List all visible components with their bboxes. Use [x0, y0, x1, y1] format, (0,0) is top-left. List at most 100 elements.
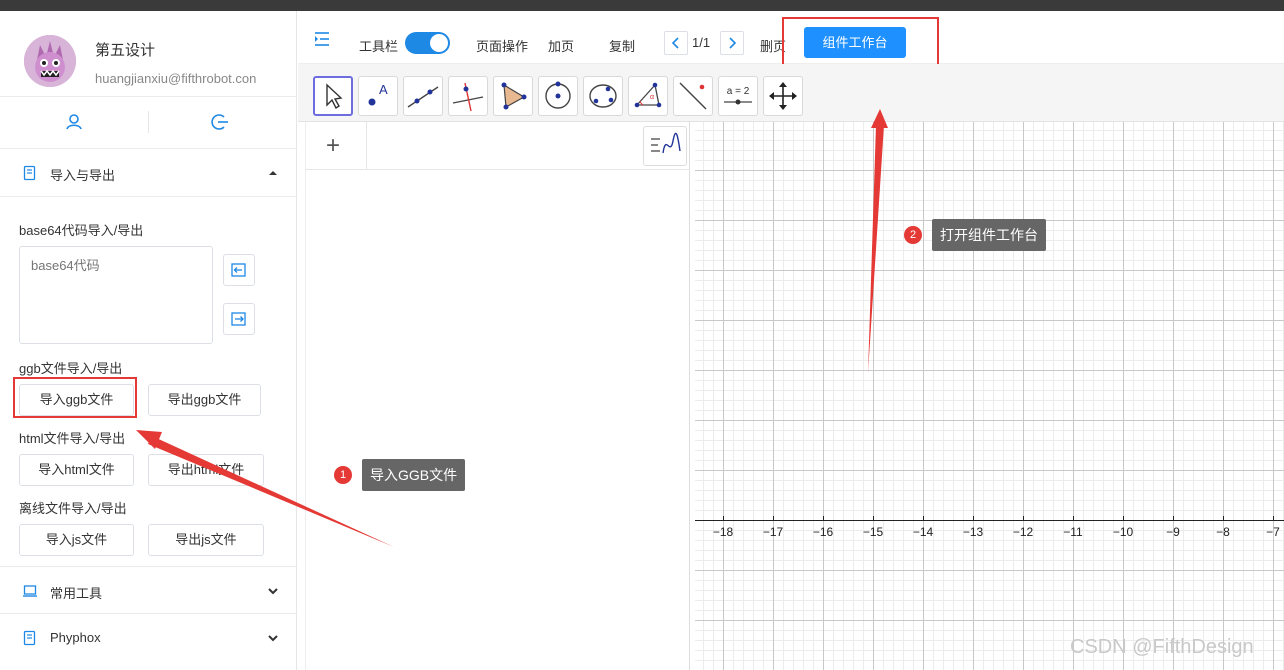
slider-equation-label: a = 2	[727, 86, 750, 97]
algebra-view: +	[306, 122, 690, 670]
x-axis-tick-label: −7	[1266, 525, 1280, 539]
page-indicator: 1/1	[692, 35, 711, 50]
algebra-style-button[interactable]	[643, 126, 687, 166]
x-axis-tick	[873, 516, 874, 521]
chevron-down-icon	[268, 588, 278, 595]
algebra-style-icon	[651, 132, 681, 154]
collapse-strip	[298, 122, 306, 670]
chevron-right-icon	[729, 37, 737, 49]
x-axis-tick-label: −15	[862, 525, 884, 539]
prev-page-button[interactable]	[664, 31, 688, 55]
profile-name: 第五设计	[95, 42, 156, 59]
base64-import-button[interactable]	[223, 254, 255, 286]
x-axis-tick	[723, 516, 724, 521]
divider	[366, 122, 367, 170]
section-phyphox-label: Phyphox	[50, 630, 101, 645]
x-axis-tick	[923, 516, 924, 521]
x-axis-tick-label: −17	[762, 525, 784, 539]
circle-three-points-tool[interactable]	[583, 76, 623, 116]
section-import-export-label: 导入与导出	[50, 168, 116, 183]
polygon-tool[interactable]	[493, 76, 533, 116]
profile-email: huangjianxiu@fifthrobot.con	[95, 71, 257, 86]
cursor-icon	[326, 83, 343, 110]
export-html-button[interactable]: 导出html文件	[148, 454, 264, 486]
copy-page-button[interactable]: 复制	[609, 36, 635, 55]
x-axis-tick	[1273, 516, 1274, 521]
base64-export-button[interactable]	[223, 303, 255, 335]
x-axis-tick	[1073, 516, 1074, 521]
x-axis-tick-label: −13	[962, 525, 984, 539]
reflect-tool[interactable]	[673, 76, 713, 116]
polygon-icon	[501, 82, 527, 110]
toolbar-toggle[interactable]	[405, 32, 450, 54]
algebra-input-row[interactable]: +	[306, 122, 690, 170]
x-axis-tick-label: −9	[1166, 525, 1180, 539]
chevron-left-icon	[671, 37, 679, 49]
chevron-up-icon	[269, 171, 277, 175]
offline-label: 离线文件导入/导出	[19, 501, 127, 516]
angle-icon: α	[634, 82, 662, 108]
tip-import-ggb: 导入GGB文件	[362, 459, 466, 491]
x-axis-tick	[773, 516, 774, 521]
perpendicular-tool[interactable]	[448, 76, 488, 116]
x-axis-tick-label: −16	[812, 525, 834, 539]
x-axis-tick-label: −8	[1216, 525, 1230, 539]
divider	[148, 111, 149, 133]
slider-icon: a = 2	[724, 86, 752, 105]
ellipse-icon	[589, 84, 617, 108]
line-tool[interactable]	[403, 76, 443, 116]
import-ggb-highlight	[13, 377, 137, 418]
point-tool[interactable]: A	[358, 76, 398, 116]
section-common-tools-label: 常用工具	[50, 586, 103, 601]
watermark: CSDN @FifthDesign	[1070, 636, 1254, 658]
reflect-icon	[679, 82, 707, 110]
angle-tool[interactable]: α	[628, 76, 668, 116]
export-js-button[interactable]: 导出js文件	[148, 524, 264, 556]
export-ggb-button[interactable]: 导出ggb文件	[148, 384, 261, 416]
logout-icon[interactable]	[210, 112, 230, 132]
move-view-tool[interactable]	[763, 76, 803, 116]
base64-input[interactable]	[19, 246, 213, 344]
toggle-knob	[430, 34, 448, 52]
move-tool[interactable]	[313, 76, 353, 116]
avatar[interactable]	[24, 35, 76, 87]
import-html-button[interactable]: 导入html文件	[19, 454, 134, 486]
x-axis-tick	[973, 516, 974, 521]
page-ops-label: 页面操作	[476, 39, 529, 54]
circle-tool[interactable]	[538, 76, 578, 116]
import-js-button[interactable]: 导入js文件	[19, 524, 134, 556]
x-axis-tick	[1223, 516, 1224, 521]
section-common-tools[interactable]: 常用工具	[0, 566, 297, 614]
move-arrows-icon	[769, 82, 797, 110]
x-axis-tick	[1123, 516, 1124, 521]
add-icon[interactable]: +	[326, 132, 340, 160]
step-badge-2: 2	[904, 226, 922, 244]
svg-text:α: α	[650, 94, 654, 101]
graphics-view[interactable]	[695, 122, 1284, 670]
section-import-export[interactable]: 导入与导出	[0, 149, 297, 197]
point-icon: A	[368, 82, 388, 106]
x-axis-tick	[1023, 516, 1024, 521]
next-page-button[interactable]	[720, 31, 744, 55]
section-phyphox[interactable]: Phyphox	[0, 614, 297, 662]
x-axis-tick	[823, 516, 824, 521]
slider-tool[interactable]: a = 2	[718, 76, 758, 116]
export-icon	[231, 312, 246, 326]
geogebra-toolbar: A α a = 2	[298, 64, 1284, 122]
perpendicular-icon	[452, 82, 484, 112]
base64-label: base64代码导入/导出	[19, 223, 144, 238]
window-top-bar	[0, 0, 1284, 11]
x-axis-tick-label: −11	[1063, 525, 1083, 539]
add-page-button[interactable]: 加页	[548, 36, 574, 55]
file-icon	[23, 165, 36, 181]
x-axis-tick-label: −14	[912, 525, 934, 539]
chevron-down-icon	[268, 635, 278, 642]
menu-collapse-icon[interactable]	[313, 30, 331, 48]
x-axis-tick	[1173, 516, 1174, 521]
line-icon	[407, 86, 439, 108]
circle-icon	[545, 81, 571, 109]
user-icon[interactable]	[64, 112, 84, 132]
toolbar-label: 工具栏	[359, 39, 399, 54]
step-badge-1: 1	[334, 466, 352, 484]
x-axis-tick-label: −10	[1112, 525, 1134, 539]
